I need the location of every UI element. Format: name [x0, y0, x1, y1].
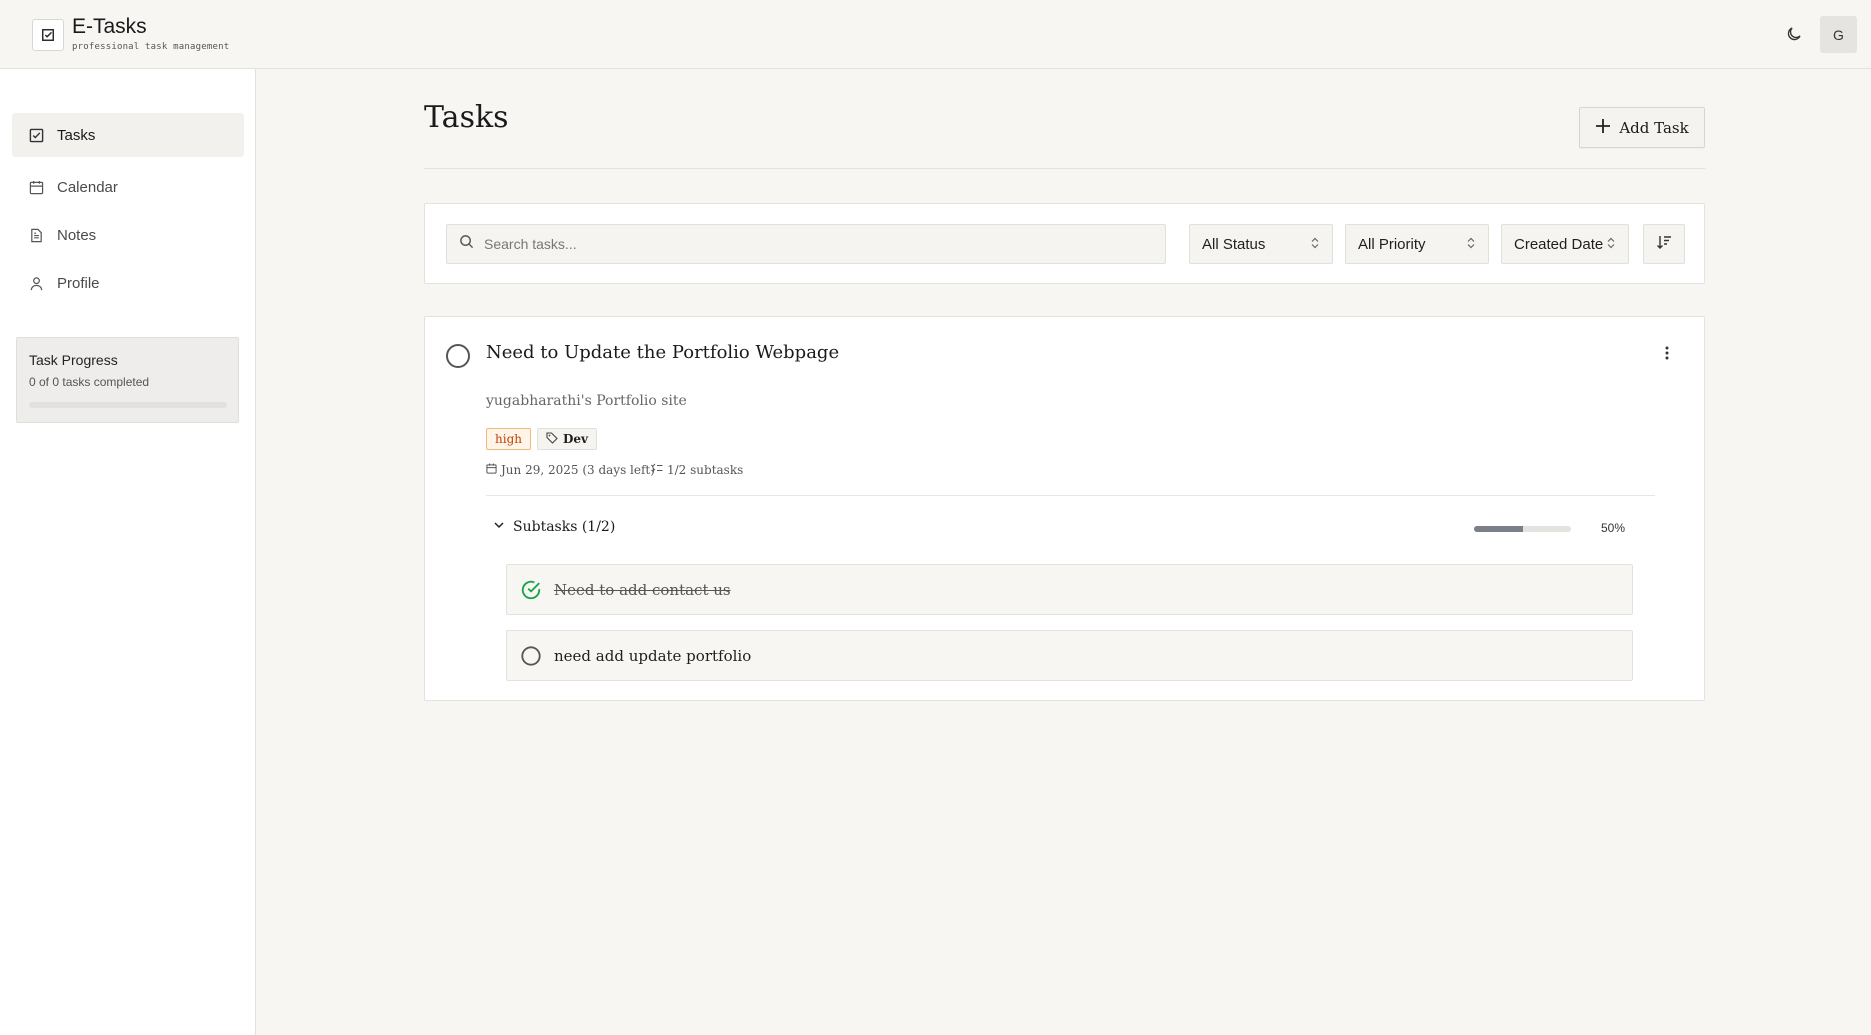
subtask-text: need add update portfolio	[554, 646, 752, 665]
subtask-text: Need to add contact us	[554, 580, 731, 599]
app-subtitle: professional task management	[72, 42, 230, 52]
task-progress-summary: 0 of 0 tasks completed	[29, 375, 150, 389]
subtask-item: Need to add contact us	[506, 564, 1633, 615]
subtasks-progress-bar	[1474, 526, 1571, 532]
check-circle-icon[interactable]	[520, 579, 542, 601]
sort-field-select[interactable]: Created Date	[1501, 224, 1629, 264]
calendar-icon	[486, 463, 497, 477]
task-progress-card: Task Progress 0 of 0 tasks completed	[16, 337, 239, 423]
document-icon	[28, 227, 44, 243]
sidebar-item-notes[interactable]: Notes	[12, 213, 244, 257]
sidebar-item-tasks[interactable]: Tasks	[12, 113, 244, 157]
sort-field-value: Created Date	[1514, 235, 1604, 253]
task-progress-bar	[29, 402, 227, 408]
sidebar-item-label: Calendar	[57, 178, 118, 196]
task-divider	[486, 495, 1655, 496]
sidebar-item-profile[interactable]: Profile	[12, 261, 244, 305]
priority-badge: high	[486, 428, 531, 450]
task-title[interactable]: Need to Update the Portfolio Webpage	[486, 342, 839, 363]
add-task-button[interactable]: Add Task	[1579, 107, 1705, 148]
calendar-icon	[28, 179, 44, 195]
search-box	[446, 224, 1166, 264]
app-header: E-Tasks professional task management G	[0, 0, 1871, 69]
subtask-item: need add update portfolio	[506, 630, 1633, 681]
app-logo-icon	[32, 19, 64, 51]
priority-filter-value: All Priority	[1358, 235, 1426, 253]
status-filter-select[interactable]: All Status	[1189, 224, 1333, 264]
subtasks-toggle[interactable]: Subtasks (1/2)	[493, 519, 615, 535]
sidebar-item-label: Tasks	[57, 126, 96, 144]
task-description: yugabharathi's Portfolio site	[486, 393, 687, 409]
user-icon	[28, 275, 44, 291]
more-vertical-icon[interactable]	[1653, 339, 1681, 367]
sidebar-item-calendar[interactable]: Calendar	[12, 165, 244, 209]
sidebar-item-label: Notes	[57, 226, 97, 244]
due-date: Jun 29, 2025 (3 days left)	[486, 463, 655, 477]
list-checks-icon	[651, 463, 663, 477]
chevron-up-down-icon	[1606, 236, 1616, 253]
plus-icon	[1595, 118, 1611, 138]
subtasks-progress-fill	[1474, 526, 1523, 532]
app-title: E-Tasks	[72, 15, 147, 38]
add-task-label: Add Task	[1619, 118, 1689, 137]
category-tag-label: Dev	[563, 432, 589, 446]
task-card: Need to Update the Portfolio Webpage yug…	[424, 316, 1705, 701]
checkbox-icon	[28, 127, 44, 143]
sort-descending-icon	[1656, 234, 1672, 255]
status-filter-value: All Status	[1202, 235, 1266, 253]
user-avatar[interactable]: G	[1820, 16, 1857, 53]
task-complete-checkbox[interactable]	[446, 344, 470, 368]
chevron-up-down-icon	[1466, 236, 1476, 253]
theme-toggle-moon-icon[interactable]	[1780, 20, 1808, 48]
task-progress-title: Task Progress	[29, 352, 118, 368]
chevron-down-icon	[493, 519, 505, 535]
subtasks-percent: 50%	[1601, 521, 1626, 535]
subtask-count: 1/2 subtasks	[651, 463, 743, 477]
search-input[interactable]	[484, 236, 1144, 252]
due-date-text: Jun 29, 2025 (3 days left)	[501, 463, 655, 477]
sort-direction-button[interactable]	[1643, 224, 1685, 264]
filter-bar: All Status All Priority Created Date	[424, 203, 1705, 284]
category-tag: Dev	[537, 428, 598, 450]
chevron-up-down-icon	[1310, 236, 1320, 253]
search-icon	[459, 234, 474, 254]
sidebar-item-label: Profile	[57, 274, 100, 292]
tag-icon	[546, 431, 558, 447]
header-divider	[424, 168, 1705, 169]
subtask-count-text: 1/2 subtasks	[667, 463, 744, 477]
subtasks-header: Subtasks (1/2)	[513, 519, 616, 535]
empty-circle-icon[interactable]	[520, 645, 542, 667]
sidebar: Tasks Calendar Notes Profile Task Progre…	[0, 69, 256, 1035]
priority-filter-select[interactable]: All Priority	[1345, 224, 1489, 264]
page-title: Tasks	[424, 100, 509, 135]
